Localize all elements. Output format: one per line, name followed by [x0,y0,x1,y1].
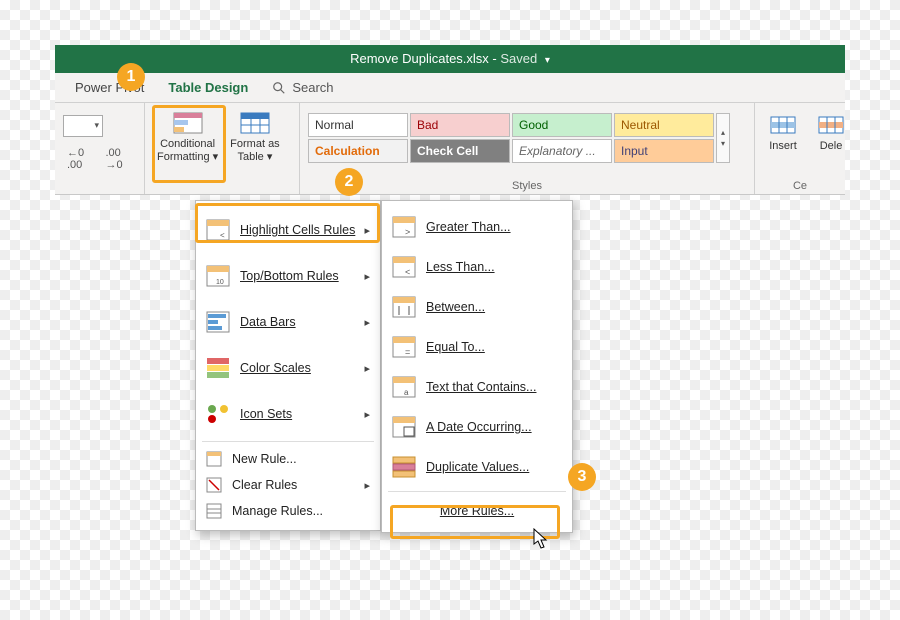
svg-text:<: < [220,231,225,240]
format-as-table-button[interactable]: Format as Table ▾ [226,109,284,165]
new-rule-icon [206,451,222,467]
group-label-number [63,180,136,194]
menu-between[interactable]: Between... [382,287,572,327]
group-label-cells: Ce [763,180,837,194]
between-icon [392,296,416,318]
insert-icon [767,113,799,137]
styles-gallery-expand[interactable]: ▴▾ [716,113,730,163]
highlight-rules-icon: < [206,219,230,241]
svg-text:>: > [405,227,410,237]
format-as-table-icon [239,111,271,135]
menu-equal-to[interactable]: = Equal To... [382,327,572,367]
highlight-cells-rules-submenu: > Greater Than... < Less Than... Between… [381,200,573,533]
menu-date-occurring[interactable]: A Date Occurring... [382,407,572,447]
title-bar: Remove Duplicates.xlsx - Saved ▾ [55,45,845,73]
menu-duplicate-values[interactable]: Duplicate Values... [382,447,572,487]
manage-rules-icon [206,503,222,519]
group-label-styles-left [153,180,291,194]
top-bottom-icon: 10 [206,265,230,287]
search-icon [272,81,286,95]
menu-more-rules[interactable]: More Rules... [382,496,572,526]
delete-icon [815,113,847,137]
menu-highlight-cells-rules[interactable]: < Highlight Cells Rules ▸ [196,207,380,253]
submenu-arrow-icon: ▸ [364,316,370,329]
ribbon-search[interactable]: Search [272,80,333,95]
data-bars-icon [206,311,230,333]
group-label-styles: Styles [308,180,746,194]
chevron-down-icon: ▾ [267,151,273,163]
date-occurring-icon [392,416,416,438]
conditional-formatting-button[interactable]: Conditional Formatting ▾ [153,109,222,165]
greater-than-icon: > [392,216,416,238]
less-than-icon: < [392,256,416,278]
mouse-cursor [533,528,549,550]
icon-sets-icon [206,403,230,425]
conditional-formatting-menu: < Highlight Cells Rules ▸ 10 Top/Bottom … [195,200,381,531]
title-dropdown-icon[interactable]: ▾ [545,55,550,66]
number-format-combo[interactable]: ▾ [63,115,103,137]
color-scales-icon [206,357,230,379]
chevron-down-icon: ▾ [213,151,219,163]
increase-decimal-button[interactable]: ←0 .00 [63,145,98,173]
style-explanatory[interactable]: Explanatory ... [512,139,612,163]
menu-manage-rules[interactable]: Manage Rules... [196,498,380,524]
menu-icon-sets[interactable]: Icon Sets ▸ [196,391,380,437]
tab-table-design[interactable]: Table Design [168,80,248,95]
menu-top-bottom-rules[interactable]: 10 Top/Bottom Rules ▸ [196,253,380,299]
menu-color-scales[interactable]: Color Scales ▸ [196,345,380,391]
menu-separator [388,491,566,492]
annotation-badge-3: 3 [568,463,596,491]
save-status: Saved [500,51,537,66]
style-input[interactable]: Input [614,139,714,163]
cell-styles-gallery[interactable]: Normal Bad Good Neutral Calculation Chec… [308,107,714,163]
delete-button[interactable]: Dele [811,111,851,155]
submenu-arrow-icon: ▸ [364,408,370,421]
svg-text:a: a [404,388,409,397]
equal-to-icon: = [392,336,416,358]
ribbon-tabs: Power Pivot Table Design Search [55,73,845,103]
menu-clear-rules[interactable]: Clear Rules ▸ [196,472,380,498]
svg-text:=: = [405,347,410,357]
submenu-arrow-icon: ▸ [364,270,370,283]
submenu-arrow-icon: ▸ [364,479,370,492]
menu-greater-than[interactable]: > Greater Than... [382,207,572,247]
menu-separator [202,441,374,442]
style-check-cell[interactable]: Check Cell [410,139,510,163]
ribbon: ▾ ←0 .00 .00 →0 Conditional Formatting ▾… [55,103,845,195]
menu-new-rule[interactable]: New Rule... [196,446,380,472]
file-name: Remove Duplicates.xlsx [350,51,489,66]
menu-text-contains[interactable]: a Text that Contains... [382,367,572,407]
style-good[interactable]: Good [512,113,612,137]
style-bad[interactable]: Bad [410,113,510,137]
annotation-badge-1: 1 [117,63,145,91]
submenu-arrow-icon: ▸ [364,224,370,237]
svg-text:10: 10 [216,279,224,286]
menu-less-than[interactable]: < Less Than... [382,247,572,287]
text-contains-icon: a [392,376,416,398]
annotation-badge-2: 2 [335,168,363,196]
style-normal[interactable]: Normal [308,113,408,137]
insert-button[interactable]: Insert [763,111,803,155]
duplicate-values-icon [392,456,416,478]
menu-data-bars[interactable]: Data Bars ▸ [196,299,380,345]
search-label: Search [292,80,333,95]
style-neutral[interactable]: Neutral [614,113,714,137]
clear-rules-icon [206,477,222,493]
svg-text:<: < [405,267,410,277]
decrease-decimal-button[interactable]: .00 →0 [102,145,137,173]
conditional-formatting-icon [172,111,204,135]
submenu-arrow-icon: ▸ [364,362,370,375]
style-calculation[interactable]: Calculation [308,139,408,163]
